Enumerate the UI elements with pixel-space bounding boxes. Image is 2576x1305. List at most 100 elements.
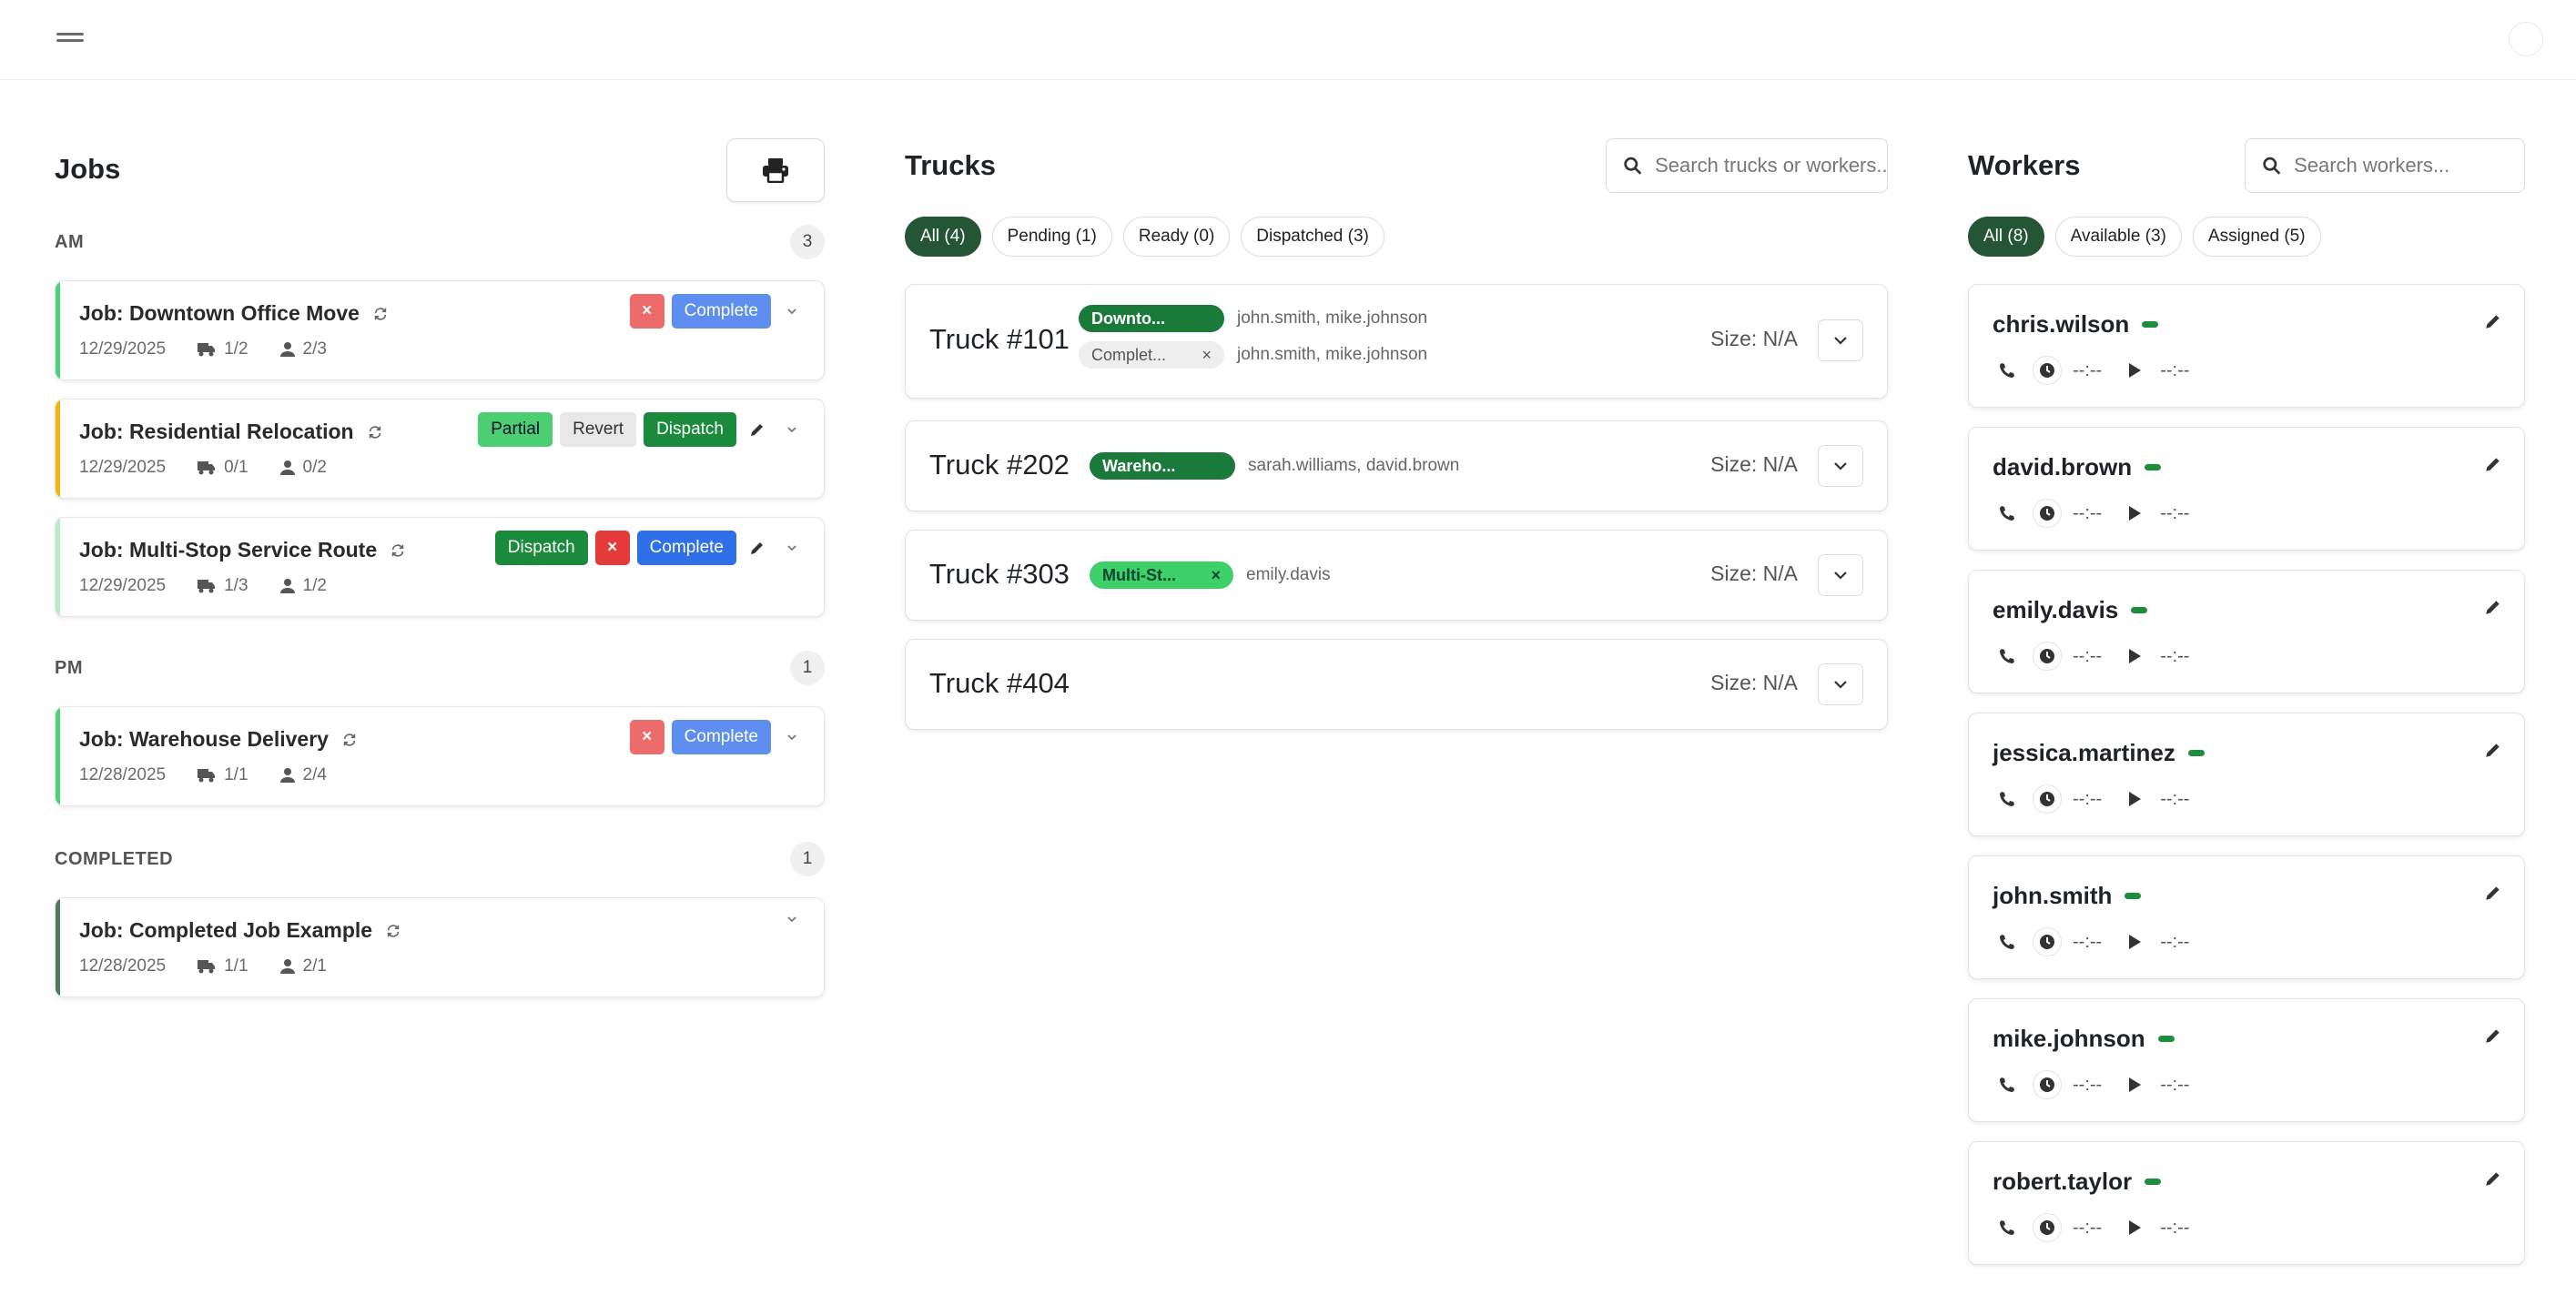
phone-icon[interactable] [1993,499,2022,528]
pencil-icon[interactable] [2484,312,2502,335]
clock-out-time: --:-- [2160,502,2190,523]
expand-button[interactable] [1818,319,1863,361]
job-card-warehouse-delivery[interactable]: Job: Warehouse Delivery 12/28/2025 1/1 2… [55,706,825,806]
job-card-multi-stop-service-route[interactable]: Job: Multi-Stop Service Route 12/29/2025… [55,517,825,617]
close-icon[interactable]: × [1202,346,1212,365]
filter-assigned[interactable]: Assigned (5) [2192,217,2321,257]
worker-card-john-smith[interactable]: john.smith --:-- --:-- [1968,855,2525,979]
chevron-down-icon[interactable] [778,902,806,936]
truck-card-202[interactable]: Truck #202 Wareho... sarah.williams, dav… [905,420,1888,511]
truck-name: Truck #202 [929,449,1070,481]
group-count: 1 [790,842,825,876]
pencil-icon[interactable] [2484,1169,2502,1192]
job-date: 12/28/2025 [79,765,167,784]
group-completed-header: COMPLETED 1 [55,841,825,877]
truck-card-303[interactable]: Truck #303 Multi-St... × emily.davis Siz… [905,530,1888,621]
print-button[interactable] [726,138,825,202]
filter-ready[interactable]: Ready (0) [1122,217,1231,257]
phone-icon[interactable] [1993,784,2022,814]
job-tag[interactable]: Downto... [1079,305,1224,332]
clock-icon[interactable] [2033,927,2062,956]
clock-icon[interactable] [2033,356,2062,385]
chevron-down-icon[interactable] [778,412,806,447]
truck-filters: All (4) Pending (1) Ready (0) Dispatched… [905,217,1384,257]
job-trucks-count: 1/3 [224,576,248,595]
dispatch-button[interactable]: Dispatch [494,531,588,565]
worker-search[interactable] [2245,138,2525,193]
worker-card-chris-wilson[interactable]: chris.wilson --:-- --:-- [1968,284,2525,408]
remove-button[interactable]: × [629,720,664,754]
job-card-downtown-office-move[interactable]: Job: Downtown Office Move 12/29/2025 1/2… [55,280,825,380]
play-icon[interactable] [2120,356,2149,385]
phone-icon[interactable] [1993,356,2022,385]
menu-icon[interactable] [56,29,84,49]
phone-icon[interactable] [1993,927,2022,956]
pencil-icon[interactable] [2484,598,2502,621]
clock-icon[interactable] [2033,1070,2062,1099]
truck-search-input[interactable] [1655,154,1887,177]
filter-pending[interactable]: Pending (1) [991,217,1112,257]
filter-all[interactable]: All (8) [1968,217,2044,257]
play-icon[interactable] [2120,1213,2149,1242]
avatar[interactable] [2509,22,2543,56]
clock-icon[interactable] [2033,1213,2062,1242]
phone-icon[interactable] [1993,1213,2022,1242]
play-icon[interactable] [2120,927,2149,956]
job-card-residential-relocation[interactable]: Job: Residential Relocation 12/29/2025 0… [55,399,825,499]
phone-icon[interactable] [1993,642,2022,671]
job-card-completed-job-example[interactable]: Job: Completed Job Example 12/28/2025 1/… [55,897,825,997]
remove-button[interactable]: × [594,531,630,565]
play-icon[interactable] [2120,499,2149,528]
clock-icon[interactable] [2033,499,2062,528]
partial-button[interactable]: Partial [478,412,553,447]
play-icon[interactable] [2120,1070,2149,1099]
status-indicator [2125,893,2142,899]
phone-icon[interactable] [1993,1070,2022,1099]
job-title: Job: Warehouse Delivery [79,727,358,752]
pencil-icon[interactable] [2484,455,2502,478]
worker-card-jessica-martinez[interactable]: jessica.martinez --:-- --:-- [1968,713,2525,836]
expand-button[interactable] [1818,554,1863,596]
filter-dispatched[interactable]: Dispatched (3) [1241,217,1384,257]
job-tag[interactable]: Multi-St... × [1090,561,1233,589]
worker-card-robert-taylor[interactable]: robert.taylor --:-- --:-- [1968,1141,2525,1265]
complete-button[interactable]: Complete [636,531,736,565]
filter-all[interactable]: All (4) [905,217,981,257]
expand-button[interactable] [1818,663,1863,705]
chevron-down-icon[interactable] [778,531,806,565]
recurring-icon [369,425,380,439]
job-date: 12/28/2025 [79,956,167,976]
truck-card-101[interactable]: Truck #101 Downto... john.smith, mike.jo… [905,284,1888,399]
job-tag[interactable]: Wareho... [1090,452,1235,480]
pencil-icon[interactable] [744,531,771,565]
worker-name: david.brown [1993,453,2162,481]
truck-assignment: Downto... john.smith, mike.johnson [1079,305,1427,332]
truck-search[interactable] [1606,138,1888,193]
revert-button[interactable]: Revert [560,412,637,447]
worker-card-emily-davis[interactable]: emily.davis --:-- --:-- [1968,570,2525,693]
close-icon[interactable]: × [1211,566,1221,585]
play-icon[interactable] [2120,784,2149,814]
chevron-down-icon[interactable] [778,720,806,754]
expand-button[interactable] [1818,445,1863,487]
dispatch-button[interactable]: Dispatch [644,412,736,447]
job-actions: Dispatch × Complete [494,531,806,565]
pencil-icon[interactable] [2484,741,2502,764]
pencil-icon[interactable] [2484,1027,2502,1049]
chevron-down-icon[interactable] [778,294,806,329]
job-tag[interactable]: Complet... × [1079,341,1224,369]
clock-icon[interactable] [2033,784,2062,814]
play-icon[interactable] [2120,642,2149,671]
pencil-icon[interactable] [2484,884,2502,906]
filter-available[interactable]: Available (3) [2054,217,2182,257]
clock-icon[interactable] [2033,642,2062,671]
worker-search-input[interactable] [2294,154,2524,177]
complete-button[interactable]: Complete [671,294,771,329]
worker-card-mike-johnson[interactable]: mike.johnson --:-- --:-- [1968,998,2525,1122]
truck-card-404[interactable]: Truck #404 Size: N/A [905,639,1888,730]
complete-button[interactable]: Complete [671,720,771,754]
worker-name-text: jessica.martinez [1993,739,2175,766]
remove-button[interactable]: × [629,294,664,329]
worker-card-david-brown[interactable]: david.brown --:-- --:-- [1968,427,2525,551]
pencil-icon[interactable] [744,412,771,447]
